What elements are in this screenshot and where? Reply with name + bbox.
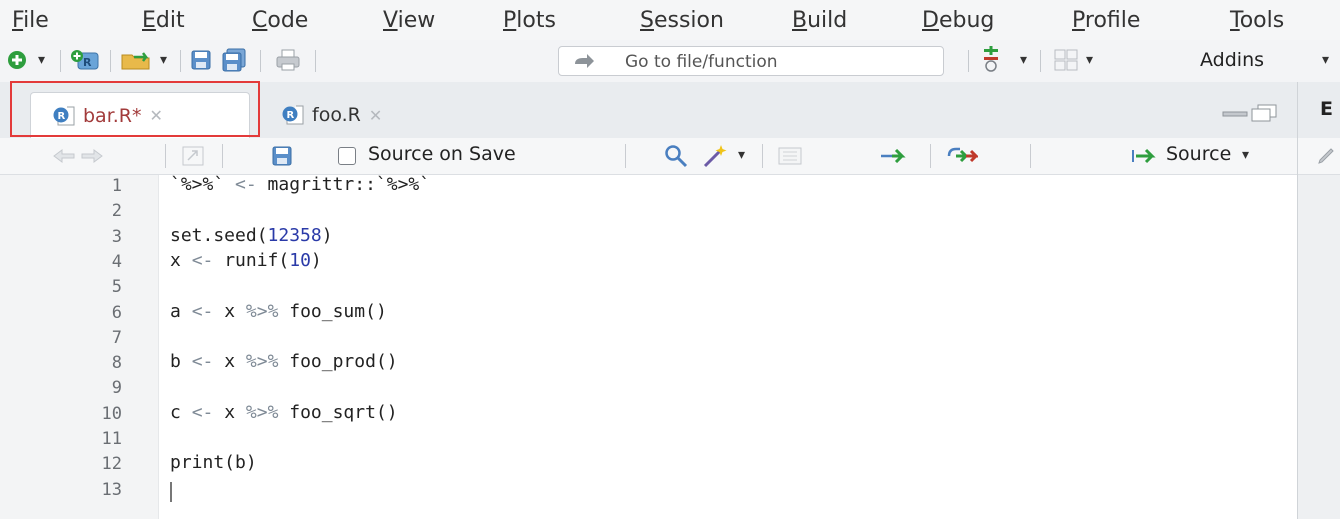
menu-edit[interactable]: Edit — [142, 8, 185, 34]
svg-text:R: R — [287, 110, 295, 121]
editor-toolbar: Source on Save ▾ Source ▾ — [0, 138, 1297, 175]
save-all-icon[interactable] — [222, 48, 246, 72]
open-file-icon[interactable] — [120, 49, 154, 71]
toolbar-divider — [180, 50, 181, 72]
line-number: 1 — [111, 176, 122, 196]
line-number: 5 — [111, 277, 122, 298]
toolbar-divider — [930, 144, 931, 168]
go-to-file-input[interactable]: Go to file/function — [558, 46, 944, 76]
svg-text:R: R — [83, 56, 92, 69]
toolbar-divider — [165, 144, 166, 168]
line-number: 7 — [111, 327, 122, 348]
version-control-dropdown-icon[interactable]: ▾ — [1020, 52, 1027, 68]
line-number: 10 — [101, 403, 122, 424]
line-number: 11 — [101, 429, 122, 449]
line-number: 9 — [111, 378, 122, 399]
minimize-pane-icon[interactable] — [1222, 106, 1248, 118]
menu-bar: File Edit Code View Plots Session Build … — [0, 0, 1340, 41]
go-to-arrow-icon — [575, 54, 594, 68]
right-pane: E — [1297, 82, 1340, 519]
show-in-window-icon[interactable] — [182, 146, 204, 166]
tab-bar-r[interactable]: R bar.R* ✕ — [30, 92, 250, 138]
menu-session[interactable]: Session — [640, 8, 724, 34]
line-number: 6 — [111, 302, 122, 323]
toolbar-divider — [1040, 50, 1041, 72]
toolbar-divider — [260, 50, 261, 72]
svg-text:R: R — [58, 111, 66, 122]
toolbar-divider — [110, 50, 111, 72]
right-pane-tab-label[interactable]: E — [1320, 98, 1333, 120]
tab-foo-r[interactable]: R foo.R ✕ — [260, 92, 460, 138]
toolbar-divider — [968, 50, 969, 72]
line-number: 12 — [101, 454, 122, 475]
toolbar-divider — [625, 144, 626, 168]
toolbar-divider — [222, 144, 223, 168]
source-icon[interactable] — [1130, 148, 1160, 164]
new-file-dropdown-icon[interactable]: ▾ — [38, 52, 45, 68]
line-number: 8 — [111, 353, 122, 374]
line-number: 4 — [111, 251, 122, 272]
code-tools-dropdown-icon[interactable]: ▾ — [738, 147, 745, 163]
save-icon[interactable] — [191, 50, 211, 70]
addins-label[interactable]: Addins — [1200, 49, 1264, 71]
save-icon[interactable] — [272, 146, 292, 166]
search-icon[interactable] — [664, 144, 688, 168]
source-on-save-label: Source on Save — [368, 143, 516, 165]
menu-plots[interactable]: Plots — [503, 8, 556, 34]
right-pane-toolbar — [1298, 138, 1340, 175]
close-tab-icon[interactable]: ✕ — [369, 106, 382, 125]
code-line[interactable]: b <- x %>% foo_prod() — [170, 351, 398, 372]
line-number: 13 — [101, 479, 122, 500]
close-tab-icon[interactable]: ✕ — [150, 106, 163, 125]
maximize-pane-icon[interactable] — [1250, 104, 1278, 122]
main-toolbar: ▾ R ▾ Go to file/function ▾ ▾ Addins ▾ — [0, 40, 1340, 83]
toolbar-divider — [315, 50, 316, 72]
new-file-icon[interactable] — [6, 49, 28, 71]
toolbar-divider — [762, 144, 763, 168]
menu-tools[interactable]: Tools — [1230, 8, 1284, 34]
back-forward-icon[interactable] — [52, 148, 104, 164]
menu-file[interactable]: File — [12, 8, 49, 34]
addins-dropdown-icon[interactable]: ▾ — [1322, 52, 1329, 68]
run-lines-icon[interactable] — [880, 149, 910, 163]
line-number: 3 — [111, 226, 122, 247]
menu-build[interactable]: Build — [792, 8, 847, 34]
code-line[interactable]: a <- x %>% foo_sum() — [170, 301, 387, 322]
rerun-icon[interactable] — [946, 147, 978, 165]
go-to-file-placeholder: Go to file/function — [625, 52, 778, 72]
menu-debug[interactable]: Debug — [922, 8, 994, 34]
code-line[interactable]: x <- runif(10) — [170, 250, 322, 271]
new-project-icon[interactable]: R — [70, 48, 100, 72]
version-control-icon[interactable] — [982, 46, 1000, 74]
tab-bar-r-label: bar.R* — [83, 104, 142, 127]
right-pane-tab-bar — [1298, 82, 1340, 139]
source-dropdown-icon[interactable]: ▾ — [1242, 147, 1249, 163]
compile-report-icon[interactable] — [778, 147, 802, 165]
open-file-dropdown-icon[interactable]: ▾ — [160, 52, 167, 68]
source-tab-bar: R bar.R* ✕ R foo.R ✕ — [0, 82, 1297, 139]
r-file-icon: R — [53, 106, 75, 125]
menu-code[interactable]: Code — [252, 8, 308, 34]
source-button[interactable]: Source — [1166, 143, 1231, 165]
source-on-save-checkbox[interactable] — [338, 147, 356, 165]
magic-wand-icon[interactable] — [702, 143, 728, 169]
code-line[interactable]: `%>%` <- magrittr::`%>%` — [170, 174, 430, 195]
tab-foo-r-label: foo.R — [312, 104, 361, 126]
toolbar-divider — [60, 50, 61, 72]
workspace-panes-icon[interactable] — [1054, 49, 1078, 71]
code-line[interactable]: print(b) — [170, 452, 257, 473]
workspace-panes-dropdown-icon[interactable]: ▾ — [1086, 52, 1093, 68]
line-number: 2 — [111, 201, 122, 222]
print-icon[interactable] — [276, 49, 300, 71]
menu-view[interactable]: View — [383, 8, 435, 34]
toolbar-divider — [1030, 144, 1031, 168]
edit-icon[interactable] — [1316, 146, 1336, 166]
menu-profile[interactable]: Profile — [1072, 8, 1140, 34]
code-line[interactable]: c <- x %>% foo_sqrt() — [170, 402, 398, 423]
code-line[interactable]: set.seed(12358) — [170, 225, 333, 246]
r-file-icon: R — [282, 105, 304, 125]
text-cursor — [170, 482, 172, 502]
